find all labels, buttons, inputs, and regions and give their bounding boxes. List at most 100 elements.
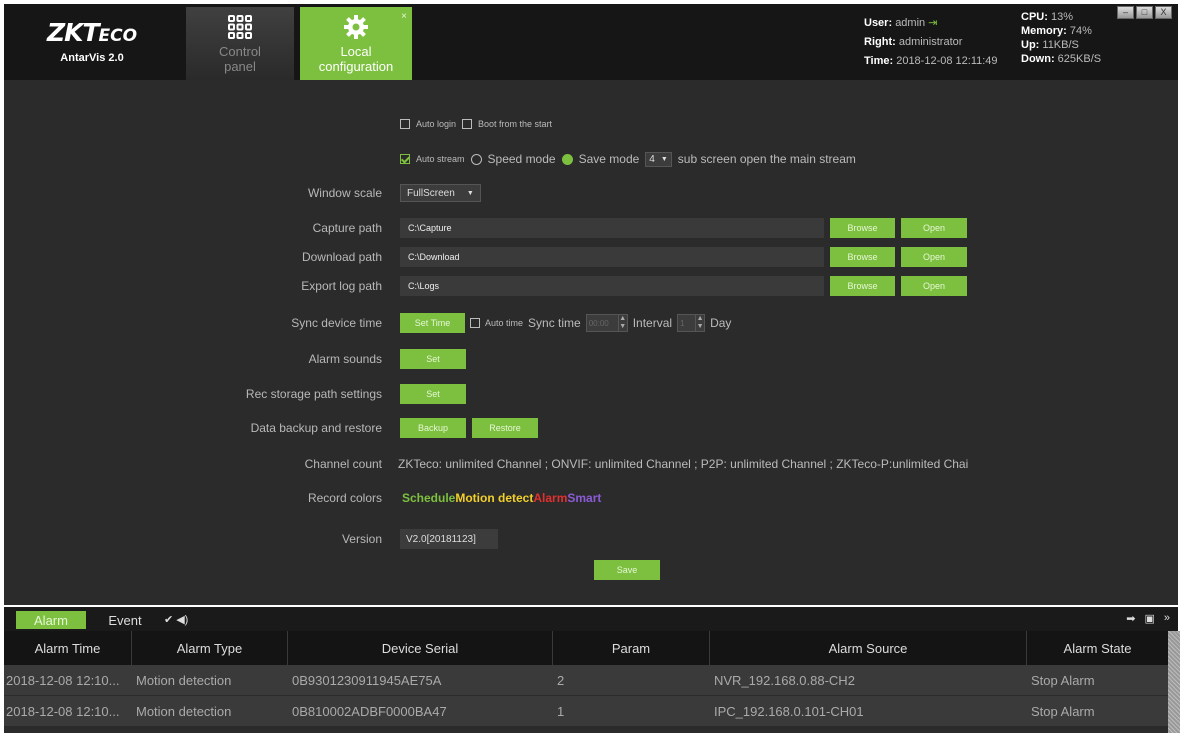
download-label: Down:	[1021, 53, 1055, 65]
minimize-button[interactable]: –	[1117, 6, 1134, 19]
auto-stream-checkbox[interactable]	[400, 154, 410, 164]
window-scale-label: Window scale	[307, 186, 382, 200]
stream-options-row: Auto stream Speed mode Save mode 4 ▼ sub …	[4, 148, 1178, 170]
tab-control-panel[interactable]: Control panel	[186, 7, 294, 80]
capture-path-label: Capture path	[312, 221, 382, 235]
rec-storage-label: Rec storage path settings	[245, 387, 382, 401]
channel-count-label: Channel count	[304, 457, 382, 471]
memory-label: Memory:	[1021, 25, 1067, 37]
sync-time-value: 00:00	[588, 318, 609, 328]
channel-count-row: Channel count ZKTeco: unlimited Channel …	[4, 453, 1178, 475]
boot-start-label: Boot from the start	[478, 119, 553, 129]
sub-screen-value: 4	[649, 153, 655, 165]
download-path-row: Download path C:\Download Browse Open	[4, 246, 1178, 268]
table-row[interactable]: 2018-12-08 12:10... Motion detection 0B8…	[4, 696, 1168, 727]
version-label: Version	[341, 532, 382, 546]
save-button[interactable]: Save	[594, 560, 660, 580]
export-log-path-label: Export log path	[301, 279, 382, 293]
export-browse-button[interactable]: Browse	[830, 276, 895, 296]
channel-count-value: ZKTeco: unlimited Channel ; ONVIF: unlim…	[398, 457, 969, 471]
auto-login-checkbox[interactable]	[400, 119, 410, 129]
day-label: Day	[710, 316, 732, 330]
column-device-serial[interactable]: Device Serial	[288, 631, 553, 665]
download-path-label: Download path	[301, 250, 382, 264]
sub-screen-select[interactable]: 4 ▼	[645, 151, 672, 167]
auto-stream-label: Auto stream	[416, 154, 465, 164]
right-label: Right:	[864, 36, 896, 48]
boot-start-checkbox[interactable]	[462, 119, 473, 129]
interval-label: Interval	[632, 316, 673, 330]
logo-text: ZKT	[46, 18, 100, 47]
capture-path-input[interactable]: C:\Capture	[400, 218, 824, 238]
capture-browse-button[interactable]: Browse	[830, 218, 895, 238]
interval-value: 1	[680, 318, 685, 328]
alarm-table: Alarm Time Alarm Type Device Serial Para…	[4, 631, 1168, 733]
right-value: administrator	[898, 36, 963, 48]
time-value: 2018-12-08 12:11:49	[896, 55, 998, 67]
record-color-smart: Smart	[567, 491, 602, 505]
download-path-input[interactable]: C:\Download	[400, 247, 824, 267]
cell-alarm-type: Motion detection	[136, 703, 232, 719]
speed-mode-radio[interactable]	[470, 153, 482, 165]
product-version: AntarVis 2.0	[60, 52, 124, 64]
auto-login-label: Auto login	[416, 119, 457, 129]
download-browse-button[interactable]: Browse	[830, 247, 895, 267]
logo-text-eco: ECO	[98, 26, 138, 46]
restore-button[interactable]: Restore	[472, 418, 538, 438]
record-color-motion: Motion detect	[455, 491, 534, 505]
table-row[interactable]: 2018-12-08 12:10... Motion detection 0B9…	[4, 665, 1168, 696]
maximize-button[interactable]: □	[1136, 6, 1153, 19]
logout-icon[interactable]: ⇥	[928, 17, 937, 29]
interval-spinner[interactable]: 1 ▲ ▼	[677, 314, 706, 332]
backup-restore-label: Data backup and restore	[250, 421, 382, 435]
window-scale-select[interactable]: FullScreen ▼	[400, 184, 481, 202]
set-time-button[interactable]: Set Time	[400, 313, 465, 333]
tab-label-line2: configuration	[318, 59, 394, 74]
download-open-button[interactable]: Open	[901, 247, 967, 267]
pin-icon[interactable]: ➡	[1126, 612, 1135, 625]
system-stats: CPU: 13% Memory: 74% Up: 11KB/S Down: 62…	[1021, 10, 1101, 66]
tab-local-configuration[interactable]: × Local configuration	[300, 7, 412, 80]
close-icon[interactable]: ×	[401, 9, 407, 24]
download-value: 625KB/S	[1057, 53, 1102, 65]
sync-time-label: Sync time	[528, 316, 581, 330]
record-colors-label: Record colors	[307, 491, 382, 505]
spinner-arrows-icon[interactable]: ▲ ▼	[617, 315, 627, 331]
column-alarm-state[interactable]: Alarm State	[1027, 631, 1168, 665]
backup-button[interactable]: Backup	[400, 418, 466, 438]
save-mode-radio[interactable]	[561, 153, 573, 165]
column-alarm-type[interactable]: Alarm Type	[132, 631, 288, 665]
column-param[interactable]: Param	[553, 631, 710, 665]
cell-param: 2	[557, 672, 565, 688]
collapse-icon[interactable]: »	[1164, 612, 1170, 625]
spinner-arrows-icon[interactable]: ▲ ▼	[695, 315, 704, 331]
cell-device-serial: 0B810002ADBF0000BA47	[292, 703, 447, 719]
cell-alarm-time: 2018-12-08 12:10...	[6, 672, 120, 688]
broom-icon[interactable]: ✔	[164, 613, 173, 626]
cell-alarm-state: Stop Alarm	[1031, 672, 1095, 688]
export-open-button[interactable]: Open	[901, 276, 967, 296]
alarm-sounds-set-button[interactable]: Set	[400, 349, 466, 369]
tab-event[interactable]: Event	[100, 611, 150, 629]
speaker-icon[interactable]: ◀)	[176, 613, 188, 626]
close-window-button[interactable]: X	[1155, 6, 1172, 19]
record-color-schedule: Schedule	[402, 491, 456, 505]
login-options-row: Auto login Boot from the start	[4, 113, 1178, 135]
column-alarm-source[interactable]: Alarm Source	[710, 631, 1027, 665]
cpu-value: 13%	[1050, 11, 1073, 23]
export-log-path-row: Export log path C:\Logs Browse Open	[4, 275, 1178, 297]
sync-time-spinner[interactable]: 00:00 ▲ ▼	[585, 314, 628, 332]
export-log-path-input[interactable]: C:\Logs	[400, 276, 824, 296]
table-scrollbar[interactable]	[1168, 631, 1180, 733]
auto-time-checkbox[interactable]	[470, 318, 480, 328]
capture-open-button[interactable]: Open	[901, 218, 967, 238]
rec-storage-set-button[interactable]: Set	[400, 384, 466, 404]
sub-screen-label: sub screen open the main stream	[677, 152, 856, 166]
restore-icon[interactable]: ▣	[1144, 612, 1154, 625]
record-colors-row: Record colors Schedule Motion detect Ala…	[4, 487, 1178, 509]
column-alarm-time[interactable]: Alarm Time	[4, 631, 132, 665]
alarm-sounds-row: Alarm sounds Set	[4, 348, 1178, 370]
user-label: User:	[864, 17, 893, 29]
window-scale-row: Window scale FullScreen ▼	[4, 182, 1178, 204]
tab-alarm[interactable]: Alarm	[16, 611, 86, 629]
